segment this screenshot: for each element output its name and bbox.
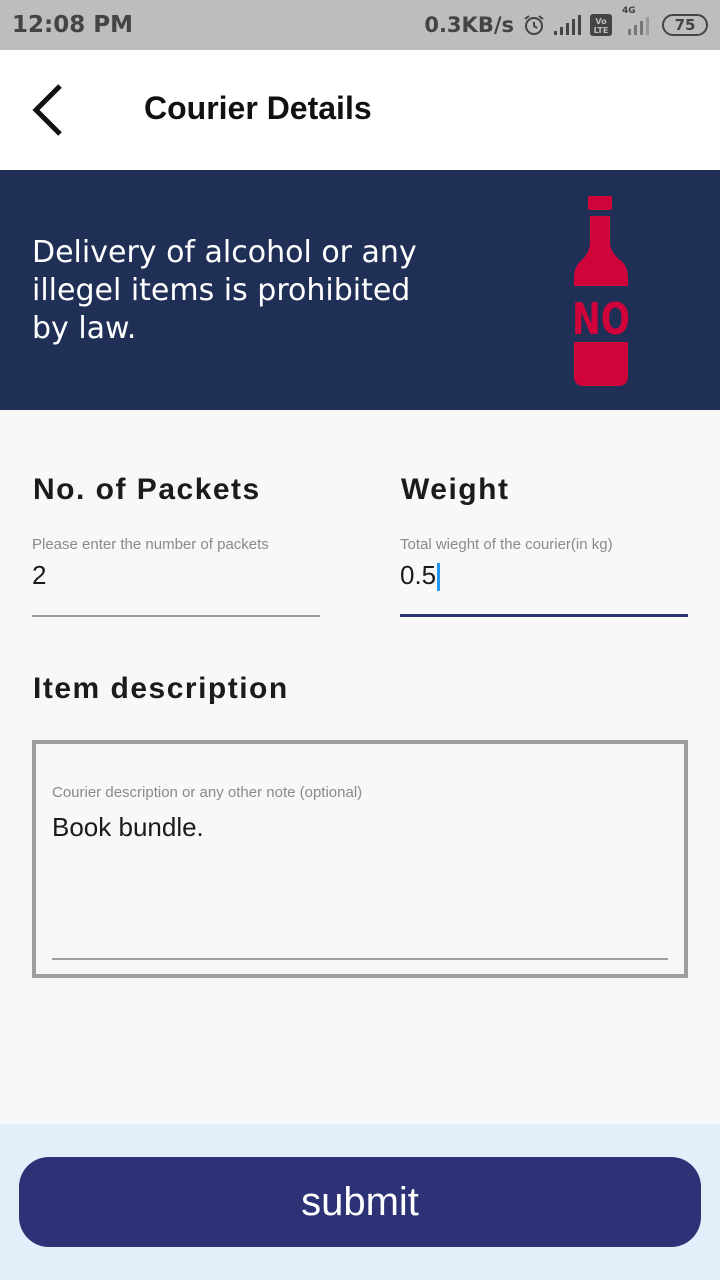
- submit-button[interactable]: submit: [19, 1157, 701, 1247]
- page-title: Courier Details: [144, 90, 372, 126]
- packets-value: 2: [32, 560, 47, 590]
- description-value: Book bundle.: [52, 812, 204, 842]
- weight-underline: [400, 614, 688, 617]
- bottom-bar: submit: [0, 1124, 720, 1280]
- weight-label: Weight: [401, 473, 510, 506]
- alarm-icon: [522, 13, 546, 37]
- status-bar: 12:08 PM 0.3KB/s Vo LTE 4G 75: [0, 0, 720, 50]
- chevron-left-icon: [32, 84, 62, 136]
- signal-icon: [554, 15, 582, 35]
- no-alcohol-bottle-icon: NO: [570, 196, 632, 386]
- weight-value: 0.5: [400, 560, 437, 590]
- network-speed: 0.3KB/s: [424, 13, 514, 37]
- signal-4g-icon: 4G: [620, 6, 654, 35]
- status-time: 12:08 PM: [12, 12, 133, 38]
- volte-icon: Vo LTE: [590, 14, 612, 36]
- packets-input[interactable]: 2: [32, 560, 320, 600]
- status-icons: 0.3KB/s Vo LTE 4G 75: [424, 6, 708, 37]
- packets-underline: [32, 615, 320, 617]
- weight-input[interactable]: 0.5: [400, 560, 688, 600]
- banner-notice: Delivery of alcohol or any illegel items…: [32, 235, 417, 346]
- packets-hint: Please enter the number of packets: [32, 536, 269, 553]
- bottle-no-label: NO: [572, 294, 630, 345]
- network-type-label: 4G: [622, 6, 636, 16]
- back-button[interactable]: [18, 78, 78, 142]
- text-cursor: [437, 563, 441, 592]
- description-underline: [52, 958, 668, 960]
- description-field[interactable]: Courier description or any other note (o…: [32, 740, 688, 978]
- packets-label: No. of Packets: [33, 473, 261, 506]
- weight-hint: Total wieght of the courier(in kg): [400, 536, 613, 553]
- app-bar: Courier Details: [0, 50, 720, 170]
- battery-icon: 75: [662, 14, 708, 36]
- description-label: Item description: [33, 672, 289, 705]
- description-hint: Courier description or any other note (o…: [52, 784, 363, 801]
- prohibition-banner: Delivery of alcohol or any illegel items…: [0, 170, 720, 410]
